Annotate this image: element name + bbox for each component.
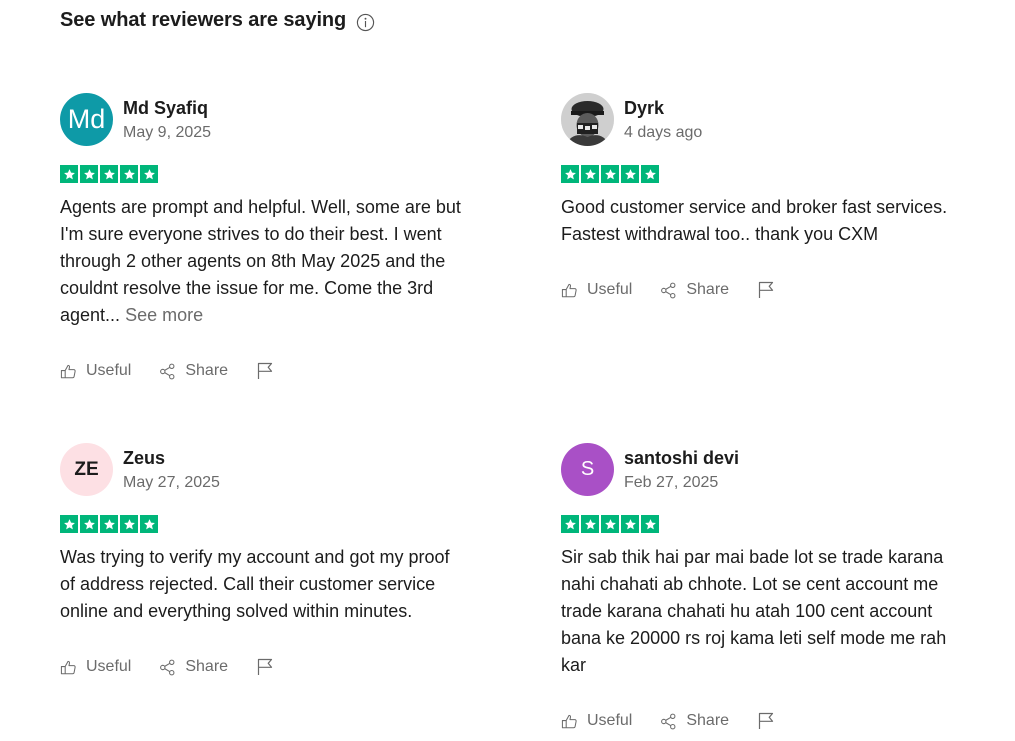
useful-button[interactable]: Useful	[60, 362, 131, 380]
thumbs-up-icon	[561, 714, 577, 728]
flag-icon	[257, 362, 273, 379]
star-icon	[581, 165, 599, 183]
share-icon	[160, 363, 175, 379]
see-more-link[interactable]: See more	[125, 305, 203, 325]
share-label: Share	[686, 712, 730, 729]
review-body: Agents are prompt and helpful. Well, som…	[60, 197, 461, 325]
review-actions: Useful Share	[60, 658, 470, 676]
review-header: ZE Zeus May 27, 2025	[60, 443, 470, 496]
review-body: Sir sab thik hai par mai bade lot se tra…	[561, 547, 947, 675]
star-icon	[561, 515, 579, 533]
review-card: Md Md Syafiq May 9, 2025 Agents are prom…	[60, 93, 470, 380]
review-actions: Useful Share	[60, 362, 470, 380]
section-title: See what reviewers are saying	[60, 9, 347, 31]
review-date: 4 days ago	[624, 123, 703, 141]
star-rating	[60, 165, 470, 183]
review-card: Dyrk 4 days ago Good customer service an…	[561, 93, 971, 299]
review-header: Md Md Syafiq May 9, 2025	[60, 93, 470, 146]
flag-icon	[758, 712, 774, 729]
share-button[interactable]: Share	[159, 362, 228, 380]
star-icon	[140, 165, 158, 183]
share-icon	[661, 713, 676, 729]
star-icon	[601, 515, 619, 533]
report-button[interactable]	[256, 362, 274, 380]
report-button[interactable]	[256, 658, 274, 676]
useful-label: Useful	[86, 658, 132, 675]
review-body: Good customer service and broker fast se…	[561, 197, 948, 244]
star-icon	[581, 515, 599, 533]
section-header: See what reviewers are saying	[60, 9, 375, 32]
star-icon	[601, 165, 619, 183]
thumbs-up-icon	[561, 283, 577, 297]
review-text: Was trying to verify my account and got …	[60, 544, 465, 625]
avatar[interactable]: ZE	[60, 443, 113, 496]
report-button[interactable]	[757, 281, 775, 299]
avatar-initials: ZE	[74, 458, 99, 480]
share-button[interactable]: Share	[159, 658, 228, 676]
star-icon	[60, 165, 78, 183]
review-card: S santoshi devi Feb 27, 2025 Sir sab thi…	[561, 443, 971, 730]
share-label: Share	[686, 281, 730, 298]
star-icon	[140, 515, 158, 533]
review-date: May 9, 2025	[123, 123, 212, 141]
star-icon	[120, 515, 138, 533]
share-button[interactable]: Share	[660, 281, 729, 299]
star-rating	[561, 515, 971, 533]
reviewer-name[interactable]: santoshi devi	[624, 447, 739, 469]
star-icon	[561, 165, 579, 183]
star-rating	[561, 165, 971, 183]
info-circle-icon[interactable]	[356, 13, 375, 32]
star-rating	[60, 515, 470, 533]
avatar[interactable]: S	[561, 443, 614, 496]
star-icon	[621, 515, 639, 533]
thumbs-up-icon	[60, 364, 76, 378]
reviewer-name[interactable]: Zeus	[123, 447, 220, 469]
star-icon	[100, 515, 118, 533]
star-icon	[621, 165, 639, 183]
flag-icon	[758, 281, 774, 298]
review-card: ZE Zeus May 27, 2025 Was trying to verif…	[60, 443, 470, 676]
share-label: Share	[185, 658, 229, 675]
review-date: May 27, 2025	[123, 473, 220, 491]
avatar-initials: Md	[67, 104, 106, 134]
useful-label: Useful	[587, 712, 633, 729]
review-text: Agents are prompt and helpful. Well, som…	[60, 194, 465, 329]
review-header: S santoshi devi Feb 27, 2025	[561, 443, 971, 496]
share-button[interactable]: Share	[660, 712, 729, 730]
share-icon	[661, 282, 676, 298]
review-actions: Useful Share	[561, 712, 971, 730]
star-icon	[641, 165, 659, 183]
share-label: Share	[185, 362, 229, 379]
star-icon	[80, 515, 98, 533]
avatar-initials: S	[580, 458, 595, 480]
share-icon	[160, 659, 175, 675]
star-icon	[120, 165, 138, 183]
report-button[interactable]	[757, 712, 775, 730]
review-date: Feb 27, 2025	[624, 473, 719, 491]
review-body: Was trying to verify my account and got …	[60, 547, 450, 621]
avatar[interactable]: Md	[60, 93, 113, 146]
useful-label: Useful	[587, 281, 633, 298]
review-header: Dyrk 4 days ago	[561, 93, 971, 146]
star-icon	[641, 515, 659, 533]
useful-label: Useful	[86, 362, 132, 379]
review-actions: Useful Share	[561, 281, 971, 299]
flag-icon	[257, 658, 273, 675]
star-icon	[100, 165, 118, 183]
useful-button[interactable]: Useful	[561, 712, 632, 730]
avatar-photo-icon	[561, 93, 614, 146]
useful-button[interactable]: Useful	[561, 281, 632, 299]
reviewer-name[interactable]: Md Syafiq	[123, 97, 211, 119]
avatar[interactable]	[561, 93, 614, 146]
useful-button[interactable]: Useful	[60, 658, 131, 676]
reviewer-name[interactable]: Dyrk	[624, 97, 702, 119]
review-text: Sir sab thik hai par mai bade lot se tra…	[561, 544, 966, 679]
thumbs-up-icon	[60, 660, 76, 674]
review-text: Good customer service and broker fast se…	[561, 194, 966, 248]
star-icon	[60, 515, 78, 533]
star-icon	[80, 165, 98, 183]
